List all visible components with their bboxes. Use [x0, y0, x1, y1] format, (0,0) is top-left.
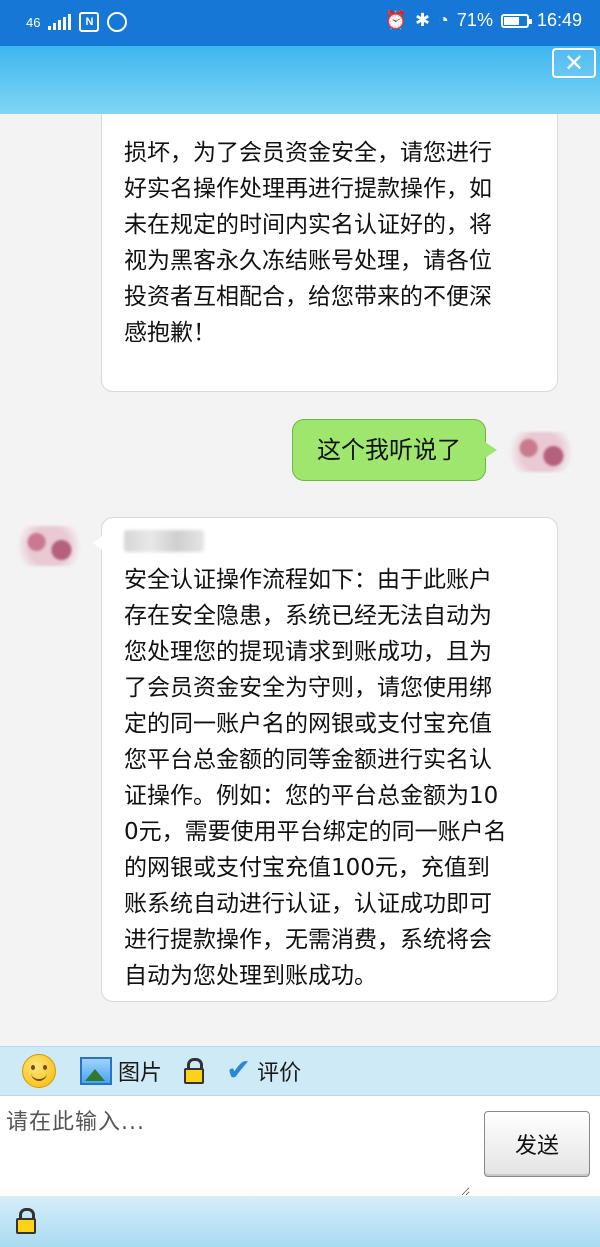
bottom-bar — [0, 1196, 600, 1247]
speed-icon: ◔ — [438, 10, 449, 30]
picture-icon — [80, 1057, 112, 1085]
message-line: 视为黑客永久冻结账号处理，请各位 — [124, 248, 492, 274]
lock-icon — [184, 1058, 205, 1084]
message-line: 您处理您的提现请求到账成功，且为 — [124, 639, 492, 665]
agent-name-blurred — [124, 530, 204, 552]
message-line: 感抱歉！ — [124, 320, 216, 346]
chat-header: ✕ — [0, 46, 600, 114]
lock-button[interactable] — [184, 1058, 205, 1084]
battery-icon — [500, 13, 532, 28]
agent-message-bubble: 损坏，为了会员资金安全，请您进行 好实名操作处理再进行提款操作，如 未在规定的时… — [101, 114, 558, 392]
message-line: 了会员资金安全为守则，请您使用绑 — [124, 675, 492, 701]
message-line: 0元，需要使用平台绑定的同一账户名 — [124, 819, 507, 845]
agent-avatar — [18, 526, 80, 566]
message-line: 安全认证操作流程如下：由于此账户 — [124, 567, 492, 593]
message-line: 未在规定的时间内实名认证好的，将 — [124, 212, 492, 238]
network-type: 46 — [26, 14, 41, 30]
message-line: 进行提款操作，无需消费，系统将会 — [124, 927, 492, 953]
sent-message-bubble: 这个我听说了 — [292, 419, 497, 481]
status-bar: 46 N ⏰ ✱ ◔ 71% 16:49 — [0, 0, 600, 46]
message-line: 自动为您处理到账成功。 — [124, 963, 377, 989]
agent-message-bubble: 安全认证操作流程如下：由于此账户 存在安全隐患，系统已经无法自动为 您处理您的提… — [93, 517, 558, 1002]
composer: 发送 — [0, 1096, 600, 1196]
message-line: 您平台总金额的同等金额进行实名认 — [124, 747, 492, 773]
app-notification-icon — [107, 12, 128, 32]
smiley-icon — [22, 1054, 56, 1088]
nfc-icon: N — [79, 12, 100, 32]
clock: 16:49 — [536, 10, 582, 30]
bluetooth-icon: ✱ — [414, 10, 431, 30]
message-line: 投资者互相配合，给您带来的不便深 — [124, 284, 492, 310]
rate-label: 评价 — [257, 1061, 302, 1086]
signal-icon — [48, 14, 72, 30]
rate-button[interactable]: ✔ 评价 — [226, 1055, 301, 1087]
alarm-icon: ⏰ — [384, 10, 407, 30]
message-line: 的网银或支付宝充值100元，充值到 — [124, 855, 490, 881]
message-line: 定的同一账户名的网银或支付宝充值 — [124, 711, 492, 737]
message-line: 账系统自动进行认证，认证成功即可 — [124, 891, 492, 917]
chat-toolbar: 图片 ✔ 评价 — [0, 1046, 600, 1096]
send-button[interactable]: 发送 — [484, 1111, 590, 1177]
message-line: 好实名操作处理再进行提款操作，如 — [124, 176, 492, 202]
secure-lock-icon — [16, 1208, 36, 1234]
close-button[interactable]: ✕ — [552, 48, 596, 78]
message-line: 证操作。例如：您的平台总金额为10 — [124, 783, 499, 809]
close-icon: ✕ — [563, 49, 585, 77]
picture-label: 图片 — [118, 1061, 163, 1086]
message-input[interactable] — [0, 1096, 470, 1196]
chat-area[interactable]: 损坏，为了会员资金安全，请您进行 好实名操作处理再进行提款操作，如 未在规定的时… — [0, 114, 600, 1046]
emoji-button[interactable] — [22, 1054, 56, 1088]
battery-percent: 71% — [456, 10, 493, 30]
message-line: 损坏，为了会员资金安全，请您进行 — [124, 140, 492, 166]
picture-button[interactable]: 图片 — [80, 1055, 162, 1087]
user-avatar — [510, 432, 572, 472]
double-check-icon: ✔ — [226, 1053, 252, 1088]
message-line: 存在安全隐患，系统已经无法自动为 — [124, 603, 492, 629]
